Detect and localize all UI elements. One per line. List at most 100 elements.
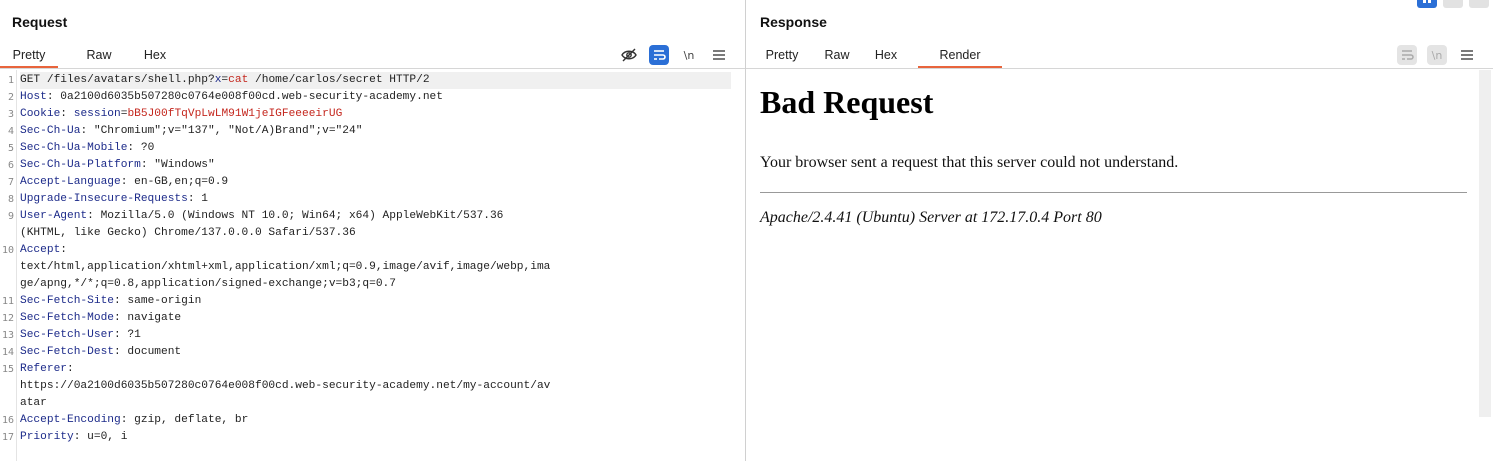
render-message: Your browser sent a request that this se…	[760, 154, 1179, 171]
line-number: 8	[7, 194, 14, 205]
response-toolbar: \n	[1397, 44, 1477, 66]
line-number: 9	[7, 211, 14, 222]
response-pane: Response Pretty Raw Hex Render \n Bad Re…	[746, 0, 1493, 461]
line-text: GET /files/avatars/shell.php?	[20, 74, 215, 86]
line-number: 16	[1, 415, 14, 426]
request-line[interactable]: Sec-Ch-Ua-Platform: "Windows"	[20, 157, 731, 174]
line-text: :	[60, 108, 74, 120]
request-line[interactable]: User-Agent: Mozilla/5.0 (Windows NT 10.0…	[20, 208, 731, 225]
request-line[interactable]: Host: 0a2100d6035b507280c0764e008f00cd.w…	[20, 89, 731, 106]
line-text: : en-GB,en;q=0.9	[120, 176, 229, 188]
render-divider	[760, 192, 1467, 193]
request-pane: Request Pretty Raw Hex \n 1 GET /files/av…	[0, 0, 745, 461]
request-line[interactable]: ge/apng,*/*;q=0.8,application/signed-exc…	[20, 276, 731, 293]
tab-response-pretty[interactable]: Pretty	[756, 44, 808, 68]
request-line[interactable]: Sec-Fetch-Site: same-origin	[20, 293, 731, 310]
line-text: text/html,application/xhtml+xml,applicat…	[20, 261, 551, 273]
line-number: 11	[1, 296, 14, 307]
request-line[interactable]: Upgrade-Insecure-Requests: 1	[20, 191, 731, 208]
line-text: : 1	[187, 193, 208, 205]
header-name: Accept-Encoding	[20, 414, 121, 426]
line-number: 14	[1, 347, 14, 358]
request-line[interactable]: (KHTML, like Gecko) Chrome/137.0.0.0 Saf…	[20, 225, 731, 242]
request-line[interactable]: Sec-Ch-Ua: "Chromium";v="137", "Not/A)Br…	[20, 123, 731, 140]
line-text: https://0a2100d6035b507280c0764e008f00cd…	[20, 380, 551, 392]
tab-request-pretty[interactable]: Pretty	[0, 44, 58, 68]
request-line[interactable]: Accept-Language: en-GB,en;q=0.9	[20, 174, 731, 191]
menu-icon[interactable]	[709, 45, 729, 65]
header-name: Accept	[20, 244, 61, 256]
request-line[interactable]: Accept:	[20, 242, 731, 259]
request-toolbar: \n	[619, 44, 729, 66]
request-line[interactable]: Cookie: session=bB5J00fTqVpLwLM91W1jeIGF…	[20, 106, 731, 123]
menu-icon[interactable]	[1457, 45, 1477, 65]
response-title: Response	[760, 14, 827, 30]
response-tab-divider	[746, 68, 1493, 69]
layout-toggle-group	[1417, 0, 1489, 8]
header-name: Host	[20, 91, 47, 103]
line-text: : gzip, deflate, br	[120, 414, 249, 426]
request-line[interactable]: https://0a2100d6035b507280c0764e008f00cd…	[20, 378, 731, 395]
wrap-lines-icon[interactable]	[649, 45, 669, 65]
line-text: : ?1	[114, 329, 141, 341]
header-name: Accept-Language	[20, 176, 121, 188]
header-name: Sec-Fetch-Mode	[20, 312, 114, 324]
request-tabs: Pretty Raw Hex	[0, 44, 178, 68]
line-number: 13	[1, 330, 14, 341]
render-heading: Bad Request	[760, 84, 934, 120]
line-number: 1	[7, 75, 14, 86]
request-tab-divider	[0, 68, 745, 69]
tabs-layout-icon[interactable]	[1469, 0, 1489, 8]
line-text: : document	[114, 346, 182, 358]
header-name: Cookie	[20, 108, 61, 120]
line-number: 4	[7, 126, 14, 137]
line-number: 15	[1, 364, 14, 375]
header-name: Priority	[20, 431, 74, 443]
line-text: :	[60, 244, 68, 256]
line-text: : "Windows"	[140, 159, 215, 171]
header-name: Upgrade-Insecure-Requests	[20, 193, 188, 205]
request-line[interactable]: atar	[20, 395, 731, 412]
line-text: : navigate	[114, 312, 182, 324]
tab-request-raw[interactable]: Raw	[72, 44, 126, 68]
split-horizontal-icon[interactable]	[1417, 0, 1437, 8]
split-vertical-icon[interactable]	[1443, 0, 1463, 8]
request-line[interactable]: Sec-Fetch-Dest: document	[20, 344, 731, 361]
line-text: atar	[20, 397, 47, 409]
gutter-separator	[16, 70, 17, 461]
line-text: ge/apng,*/*;q=0.8,application/signed-exc…	[20, 278, 396, 290]
line-text: : u=0, i	[73, 431, 128, 443]
line-text: :	[67, 363, 74, 375]
request-line[interactable]: Referer:	[20, 361, 731, 378]
line-number: 17	[1, 432, 14, 443]
tab-request-hex[interactable]: Hex	[132, 44, 178, 68]
header-name: Sec-Fetch-User	[20, 329, 114, 341]
request-line[interactable]: Sec-Fetch-User: ?1	[20, 327, 731, 344]
response-tabs: Pretty Raw Hex Render	[746, 44, 1002, 68]
line-number: 5	[7, 143, 14, 154]
request-line[interactable]: Priority: u=0, i	[20, 429, 731, 446]
newline-icon[interactable]: \n	[1427, 45, 1447, 65]
request-editor[interactable]: 1 GET /files/avatars/shell.php?x=cat /hom…	[0, 70, 745, 461]
request-line[interactable]: Accept-Encoding: gzip, deflate, br	[20, 412, 731, 429]
tab-response-render[interactable]: Render	[918, 44, 1002, 68]
line-text: : 0a2100d6035b507280c0764e008f00cd.web-s…	[46, 91, 443, 103]
tab-response-hex[interactable]: Hex	[864, 44, 908, 68]
header-name: Sec-Ch-Ua-Mobile	[20, 142, 128, 154]
param-value: cat	[228, 74, 249, 86]
request-line[interactable]: text/html,application/xhtml+xml,applicat…	[20, 259, 731, 276]
eye-slash-icon[interactable]	[619, 45, 639, 65]
newline-icon[interactable]: \n	[679, 45, 699, 65]
line-number: 10	[1, 245, 14, 256]
request-line[interactable]: GET /files/avatars/shell.php?x=cat /home…	[20, 72, 731, 89]
line-text: : "Chromium";v="137", "Not/A)Brand";v="2…	[80, 125, 363, 137]
wrap-lines-icon[interactable]	[1397, 45, 1417, 65]
tab-response-raw[interactable]: Raw	[814, 44, 860, 68]
line-number: 6	[7, 160, 14, 171]
header-name: Sec-Ch-Ua	[20, 125, 81, 137]
header-name: Sec-Fetch-Site	[20, 295, 114, 307]
response-scrollbar[interactable]	[1479, 70, 1491, 417]
line-number: 12	[1, 313, 14, 324]
request-line[interactable]: Sec-Fetch-Mode: navigate	[20, 310, 731, 327]
request-line[interactable]: Sec-Ch-Ua-Mobile: ?0	[20, 140, 731, 157]
